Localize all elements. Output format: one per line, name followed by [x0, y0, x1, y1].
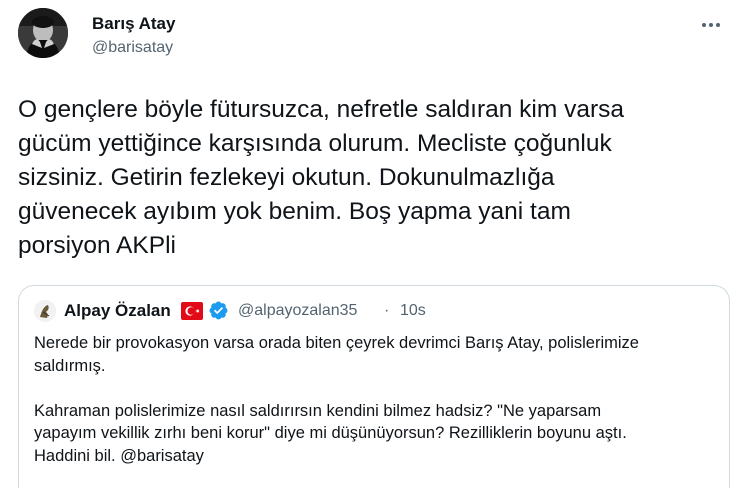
quoted-author-avatar[interactable] — [34, 300, 56, 322]
more-horizontal-icon-dot — [716, 23, 720, 27]
author-avatar-image — [18, 8, 68, 58]
author-handle[interactable]: @barisatay — [92, 39, 173, 57]
quoted-avatar-image — [34, 300, 56, 322]
tweet-text: O gençlere böyle fütursuzca, nefretle sa… — [18, 96, 624, 259]
author-avatar[interactable] — [18, 8, 68, 58]
quoted-tweet[interactable]: Alpay Özalan @alpayozalan35 · 10s Nerede… — [18, 285, 730, 488]
quoted-author-handle[interactable]: @alpayozalan35 — [238, 302, 357, 320]
more-horizontal-icon — [702, 23, 706, 27]
more-options-button[interactable] — [697, 15, 725, 35]
quoted-timestamp[interactable]: 10s — [400, 302, 426, 320]
more-horizontal-icon-dot — [709, 23, 713, 27]
quoted-tweet-text: Nerede bir provokasyon varsa orada biten… — [34, 334, 639, 465]
tweet: Barış Atay @barisatay O gençlere böyle f… — [0, 0, 743, 488]
author-name[interactable]: Barış Atay — [92, 14, 175, 34]
separator-dot: · — [384, 302, 390, 319]
verified-badge-icon — [209, 301, 228, 320]
quoted-author-name[interactable]: Alpay Özalan — [64, 301, 171, 321]
turkey-flag-icon — [181, 302, 203, 320]
